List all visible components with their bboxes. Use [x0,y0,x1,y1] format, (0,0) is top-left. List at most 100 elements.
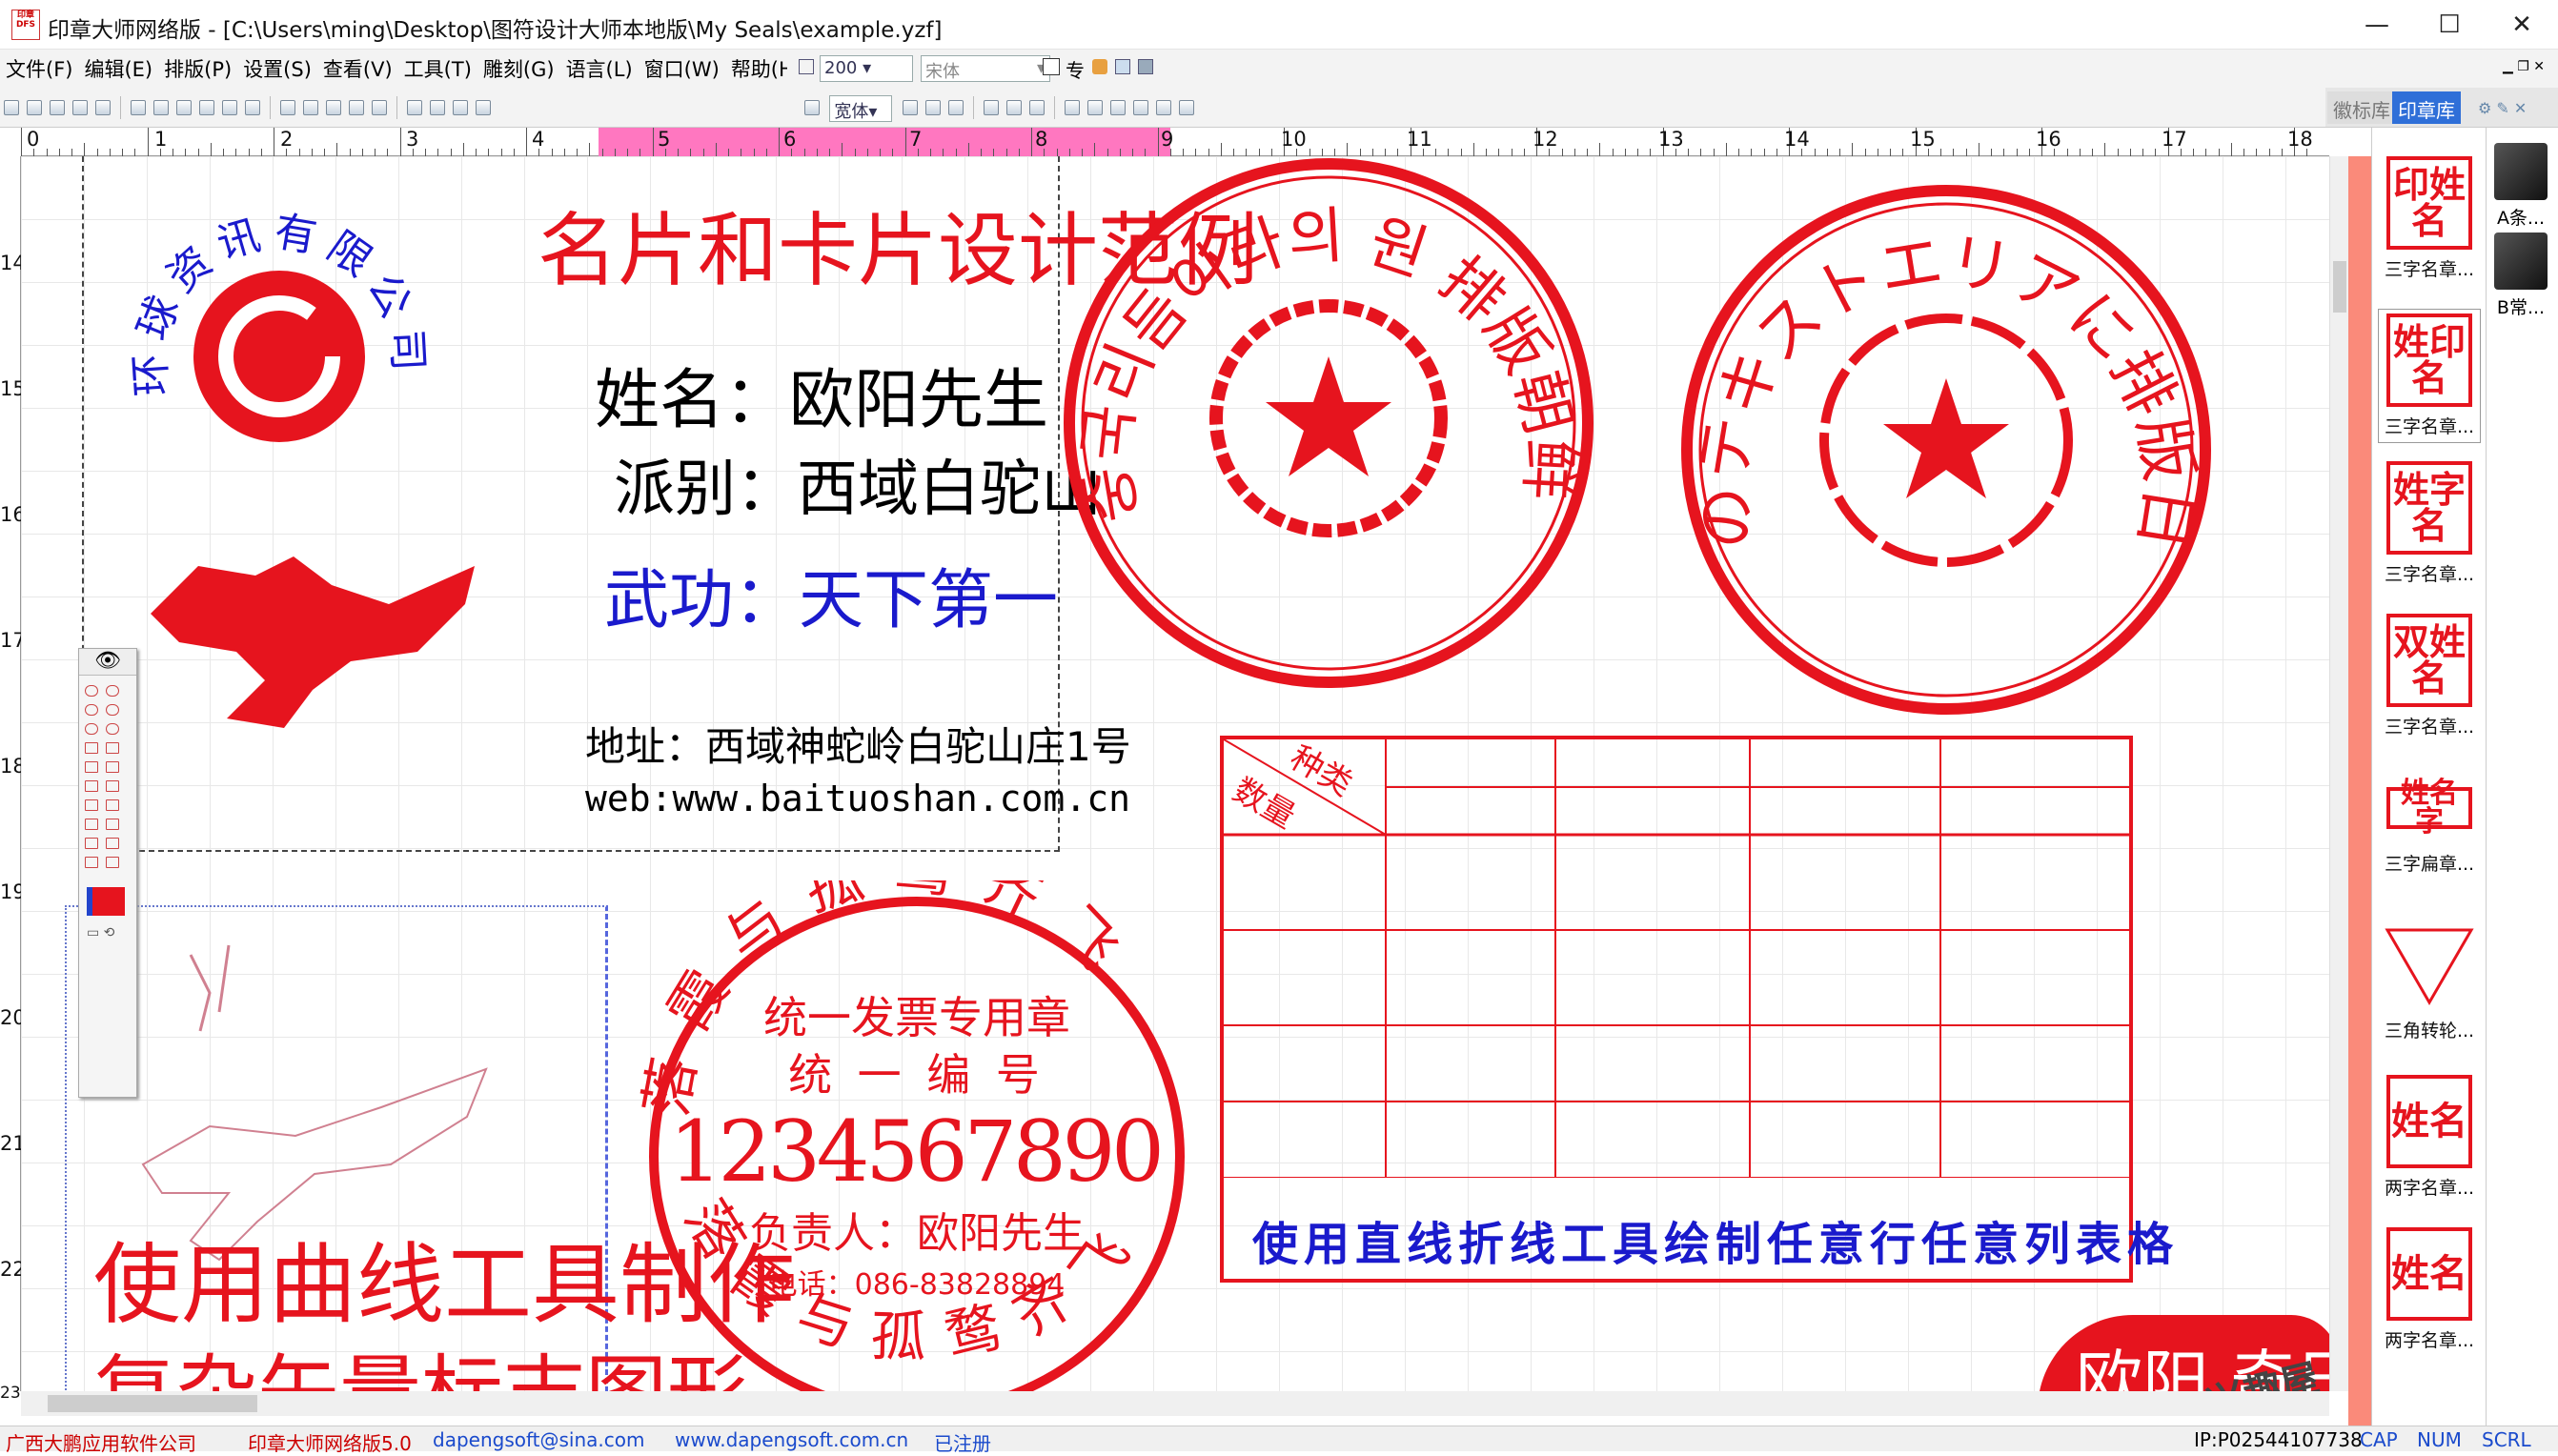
library-item[interactable]: 姓名字 三字扁章... [2378,779,2481,876]
library-item[interactable]: 三角转轮... [2378,922,2481,1042]
curve-panel[interactable]: 使用曲线工具制作 复杂矢量标志图形 [65,905,795,1391]
table-tool-icon[interactable] [106,819,119,830]
camel-logo[interactable] [141,547,541,738]
library-item[interactable]: 姓字名 三字名章... [2378,461,2481,586]
ellipse-tool-icon[interactable] [106,723,119,735]
shape3-icon[interactable] [1028,100,1045,115]
fill1-icon[interactable] [1109,100,1126,115]
ungroup-icon[interactable] [326,100,341,115]
style-combo[interactable]: 宽体▾ [829,95,893,122]
color-swatch[interactable] [87,887,125,916]
back-icon[interactable] [372,100,387,115]
table-tool-icon[interactable] [106,857,119,868]
fill2-icon[interactable] [1132,100,1148,115]
copy-icon[interactable] [199,100,214,115]
table-tool-icon[interactable] [85,799,98,811]
library-item[interactable]: 姓名 两字名章... [2378,1227,2481,1352]
library-item[interactable]: 姓印名 三字名章... [2378,309,2481,443]
eye-icon[interactable]: 👁 [79,649,136,676]
align-icon[interactable] [280,100,295,115]
table-panel[interactable]: 种类 数量 使用直线折线工具绘制任意行任意列表格 [1220,736,2173,1283]
menu-tools[interactable]: 工具(T) [398,54,477,83]
table-tool-icon[interactable] [85,838,98,849]
narrow-icon[interactable] [924,100,941,115]
preview-icon[interactable] [95,100,111,115]
tab-seal-library[interactable]: 印章库 [2392,91,2461,124]
ellipse-tool-icon[interactable] [85,704,98,716]
menu-file[interactable]: 文件(F) [0,54,78,83]
hscroll-thumb[interactable] [48,1395,257,1412]
triangle-tool-icon[interactable] [85,780,98,792]
new-icon[interactable] [4,100,19,115]
korean-seal[interactable]: 중국리듬이라의 원 排版朝鲜文字排版 [1062,156,1595,690]
table-tool-icon[interactable] [85,819,98,830]
category-item[interactable]: B常... [2494,233,2548,319]
menu-engrave[interactable]: 雕刻(G) [477,54,560,83]
vscroll-thumb[interactable] [2333,261,2346,313]
hatch2-icon[interactable] [1086,100,1103,115]
company-logo[interactable]: 环球资讯有限公司 [132,194,436,480]
shape1-icon[interactable] [983,100,999,115]
delete-icon[interactable] [245,100,260,115]
shape2-icon[interactable] [1005,100,1022,115]
library-item[interactable]: 双姓名 三字名章... [2378,614,2481,738]
ellipse-tool-icon[interactable] [106,704,119,716]
palette-footer-icons[interactable]: ▭ ⟲ [87,925,129,940]
table-tool-icon[interactable] [106,838,119,849]
color-icon[interactable] [1092,59,1107,74]
table-tool-icon[interactable] [85,857,98,868]
text-tool-icon[interactable] [804,100,820,115]
redo-icon[interactable] [153,100,169,115]
menu-edit[interactable]: 编辑(E) [78,54,158,83]
vertical-scrollbar[interactable] [2329,156,2348,1391]
status-site[interactable]: www.dapengsoft.com.cn [675,1428,908,1451]
close-button[interactable]: ✕ [2486,0,2558,50]
open-icon[interactable] [27,100,42,115]
image-icon[interactable] [1138,59,1153,74]
grid-icon[interactable] [476,100,491,115]
design-canvas[interactable]: 环球资讯有限公司 名片和卡片设计范例 姓名：欧阳先生 派别：西域白驼山 武功：天… [21,156,2329,1391]
rect-tool-icon[interactable] [85,761,98,773]
menu-window[interactable]: 窗口(W) [639,54,725,83]
category-item[interactable]: A条... [2494,143,2548,230]
cut-icon[interactable] [176,100,192,115]
business-card[interactable]: 环球资讯有限公司 名片和卡片设计范例 姓名：欧阳先生 派别：西域白驼山 武功：天… [82,156,1258,852]
minimize-button[interactable]: — [2341,0,2413,50]
ellipse-tool-icon[interactable] [85,723,98,735]
panel-splitter[interactable] [2348,156,2371,1426]
table-tool-icon[interactable] [106,799,119,811]
menu-view[interactable]: 查看(V) [317,54,398,83]
rect-tool-icon[interactable] [106,761,119,773]
group-icon[interactable] [303,100,318,115]
invoice-seal[interactable]: 落霞与孤鹜齐飞 统一发票专用章 统 一 编 号 1234567890 负责人：欧… [631,880,1203,1391]
shape-tool-palette[interactable]: 👁 ▭ ⟲ [78,648,137,1098]
japanese-seal[interactable]: のテキストエリアに排版日本文字 [1679,183,2213,717]
zoom-icon[interactable] [799,59,814,74]
maximize-button[interactable]: ☐ [2413,0,2486,50]
special-checkbox[interactable] [1043,58,1060,75]
menu-layout[interactable]: 排版(P) [158,54,237,83]
library-item[interactable]: 姓名 两字名章... [2378,1075,2481,1200]
status-email[interactable]: dapengsoft@sina.com [433,1428,645,1451]
layer-icon[interactable] [1155,100,1171,115]
zoom-combo[interactable]: 200 ▾ [820,55,913,82]
save-icon[interactable] [50,100,65,115]
bucket-icon[interactable] [430,100,445,115]
paste-icon[interactable] [222,100,237,115]
mdi-controls[interactable]: ▁ ❐ ✕ [2503,59,2545,74]
triangle-tool-icon[interactable] [106,780,119,792]
menu-settings[interactable]: 设置(S) [237,54,317,83]
hatch1-icon[interactable] [1064,100,1080,115]
tab-emblem-library[interactable]: 徽标库 [2327,91,2396,124]
ellipse-tool-icon[interactable] [106,685,119,697]
frame-icon[interactable] [1115,59,1130,74]
library-tool-icons[interactable]: ⚙ ✎ ✕ [2478,99,2527,117]
palette-icon[interactable] [1178,100,1194,115]
rect-tool-icon[interactable] [85,742,98,754]
print-icon[interactable] [72,100,88,115]
camera-icon[interactable] [407,100,422,115]
rect-tool-icon[interactable] [106,742,119,754]
menu-language[interactable]: 语言(L) [560,54,639,83]
undo-icon[interactable] [131,100,146,115]
front-icon[interactable] [349,100,364,115]
